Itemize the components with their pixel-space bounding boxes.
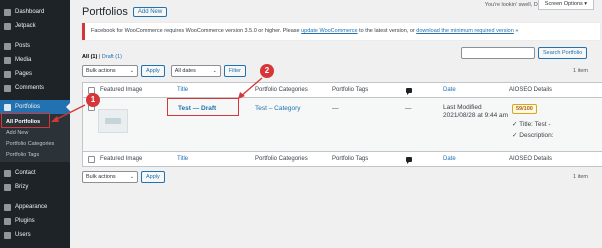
portfolio-icon: [4, 103, 11, 111]
contact-icon: [4, 169, 11, 177]
media-icon: [4, 56, 11, 64]
comment-icon: [4, 84, 11, 92]
items-count-bottom: 1 item: [573, 174, 588, 180]
dashboard-icon: [4, 8, 11, 16]
annotation-marker-2: 2: [260, 64, 274, 78]
sidebar-item-dashboard[interactable]: Dashboard: [0, 5, 70, 19]
status-filter-links: All (1) | Draft (1): [82, 54, 122, 60]
col-aioseo-details-footer: AIOSEO Details: [509, 156, 553, 162]
col-portfolio-categories: Portfolio Categories: [255, 87, 308, 93]
col-date[interactable]: Date: [443, 83, 456, 98]
col-featured-image: Featured Image: [100, 87, 143, 93]
download-minimum-version-link[interactable]: download the minimum required version: [416, 28, 514, 34]
sidebar-item-media[interactable]: Media: [0, 53, 70, 67]
col-aioseo-details: AIOSEO Details: [509, 87, 553, 93]
jetpack-icon: [4, 22, 11, 30]
callout-box-all-portfolios: [1, 113, 50, 128]
submenu-portfolio-tags[interactable]: Portfolio Tags: [0, 149, 70, 160]
annotation-marker-1: 1: [86, 93, 100, 107]
callout-box-title: [167, 98, 239, 116]
chevron-down-icon: ⌄: [129, 68, 134, 74]
sidebar-item-portfolios[interactable]: Portfolios: [0, 100, 70, 114]
sidebar-item-users[interactable]: Users: [0, 228, 70, 242]
col-portfolio-tags: Portfolio Tags: [332, 87, 369, 93]
apply-button-bottom[interactable]: Apply: [141, 171, 165, 183]
search-input[interactable]: [461, 47, 535, 59]
sidebar-item-posts[interactable]: Posts: [0, 39, 70, 53]
dates-select[interactable]: All dates ⌄: [170, 65, 221, 77]
sidebar-item-contact[interactable]: Contact: [0, 166, 70, 180]
select-all-checkbox-footer[interactable]: [88, 156, 95, 163]
comments-icon: [406, 157, 412, 164]
portfolios-table: Featured Image Title Portfolio Categorie…: [82, 82, 602, 167]
row-category-link[interactable]: Test – Category: [255, 105, 301, 112]
appearance-icon: [4, 203, 11, 211]
screen-options-button[interactable]: Screen Options ▾: [537, 0, 594, 10]
seo-title: ✓ Title: Test -: [512, 121, 551, 128]
tablenav-top: Bulk actions ⌄ Apply All dates ⌄ Filter: [82, 65, 246, 77]
col-title-footer[interactable]: Title: [177, 152, 188, 167]
plugin-icon: [4, 217, 11, 225]
search-portfolio-button[interactable]: Search Portfolio: [538, 47, 588, 59]
submenu-add-new[interactable]: Add New: [0, 127, 70, 138]
chevron-down-icon: ⌄: [129, 174, 134, 180]
tablenav-bottom: Bulk actions ⌄ Apply: [82, 171, 165, 183]
sidebar-item-brizy[interactable]: Brizy: [0, 180, 70, 194]
col-featured-image-footer: Featured Image: [100, 156, 143, 162]
col-title[interactable]: Title: [177, 83, 188, 98]
filter-button[interactable]: Filter: [223, 65, 246, 77]
update-woocommerce-link[interactable]: update WooCommerce: [301, 28, 357, 34]
table-footer: Featured Image Title Portfolio Categorie…: [83, 151, 602, 166]
apply-button[interactable]: Apply: [141, 65, 165, 77]
row-date-status: Last Modified: [443, 104, 482, 111]
featured-image-thumbnail: [98, 109, 128, 133]
page-header: Portfolios Add New: [82, 6, 168, 18]
table-header: Featured Image Title Portfolio Categorie…: [83, 83, 602, 98]
seo-score-badge[interactable]: 59/100: [512, 104, 537, 114]
col-portfolio-tags-footer: Portfolio Tags: [332, 156, 369, 162]
bulk-actions-select[interactable]: Bulk actions ⌄: [82, 65, 138, 77]
sidebar-item-comments[interactable]: Comments: [0, 81, 70, 95]
error-notice: Facebook for WooCommerce requires WooCom…: [82, 23, 600, 40]
submenu-portfolio-categories[interactable]: Portfolio Categories: [0, 138, 70, 149]
items-count-top: 1 item: [573, 68, 588, 74]
filter-all[interactable]: All (1): [82, 54, 97, 60]
page-icon: [4, 70, 11, 78]
pin-icon: [4, 42, 11, 50]
sidebar-item-jetpack[interactable]: Jetpack: [0, 19, 70, 33]
table-row: Test — Draft Test – Category — — Last Mo…: [83, 98, 602, 151]
row-comments: —: [405, 105, 412, 112]
sidebar-item-plugins[interactable]: Plugins: [0, 214, 70, 228]
filter-draft[interactable]: Draft (1): [102, 54, 122, 60]
sidebar-item-appearance[interactable]: Appearance: [0, 200, 70, 214]
seo-description: ✓ Description:: [512, 132, 554, 139]
col-date-footer[interactable]: Date: [443, 152, 456, 167]
add-new-button[interactable]: Add New: [132, 7, 168, 17]
sidebar-item-pages[interactable]: Pages: [0, 67, 70, 81]
brizy-icon: [4, 183, 11, 191]
comments-icon: [406, 88, 412, 95]
row-date: 2021/08/28 at 9:44 am: [443, 112, 509, 119]
col-portfolio-categories-footer: Portfolio Categories: [255, 156, 308, 162]
bulk-actions-select-bottom[interactable]: Bulk actions ⌄: [82, 171, 138, 183]
users-icon: [4, 231, 11, 239]
page-title: Portfolios: [82, 6, 128, 18]
row-tags: —: [332, 105, 339, 112]
chevron-down-icon: ⌄: [212, 68, 217, 74]
